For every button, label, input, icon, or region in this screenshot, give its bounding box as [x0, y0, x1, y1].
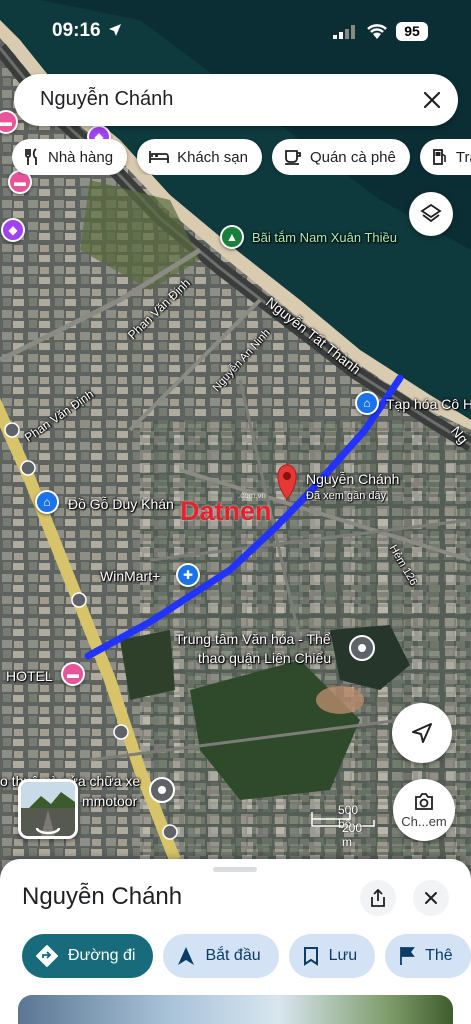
search-bar[interactable]: Nguyễn Chánh	[14, 74, 458, 126]
lens-button[interactable]: Ch...em	[393, 779, 455, 841]
navigation-icon	[178, 947, 195, 965]
start-button[interactable]: Bắt đầu	[163, 934, 279, 978]
camera-search-icon	[415, 792, 433, 810]
place-bottom-sheet[interactable]: Nguyễn Chánh Đường đi Bắt đầu Lưu Thê	[0, 859, 471, 1024]
flag-icon	[400, 947, 415, 965]
chip-label: Nhà hàng	[48, 148, 114, 166]
label-hotel: HOTEL	[6, 668, 53, 684]
chip-label: Quán cà phê	[309, 148, 396, 166]
my-location-button[interactable]	[392, 703, 452, 763]
close-sheet-button[interactable]	[413, 880, 449, 916]
share-icon	[371, 889, 385, 907]
chip-label: Khách sạn	[177, 148, 248, 166]
label-culture-center: Trung tâm Văn hóa - Thể	[175, 631, 331, 647]
directions-label: Đường đi	[68, 947, 136, 964]
save-button[interactable]: Lưu	[288, 934, 376, 978]
gas-icon	[432, 149, 446, 165]
label-winmart: WinMart+	[100, 568, 161, 584]
lens-label: Ch...em	[401, 813, 447, 829]
street-view-image	[21, 782, 75, 836]
coffee-icon	[284, 150, 301, 165]
sheet-drag-handle[interactable]	[213, 867, 257, 872]
scale-meters: 200 m	[342, 821, 363, 849]
label-place-sub: Đã xem gần đây	[306, 490, 387, 502]
watermark: Datnen	[180, 496, 272, 526]
chip-label: Trạm xăng	[455, 148, 471, 166]
directions-icon	[36, 945, 58, 967]
cellular-signal-icon	[333, 25, 355, 39]
hotel-marker[interactable]: ▬	[61, 662, 85, 686]
label-grocery: Tạp hóa Cô H	[386, 396, 471, 412]
place-photo[interactable]	[18, 995, 453, 1024]
shop-marker[interactable]: ⌂	[35, 490, 59, 514]
category-chips: Nhà hàng Khách sạn Quán cà phê Trạm xăng	[12, 139, 471, 175]
save-label: Lưu	[328, 947, 358, 964]
place-title: Nguyễn Chánh	[22, 883, 183, 910]
search-query[interactable]: Nguyễn Chánh	[40, 88, 173, 111]
hotel-icon	[149, 151, 169, 163]
restaurant-icon	[25, 148, 37, 165]
place-actions: Đường đi Bắt đầu Lưu Thê	[22, 934, 471, 978]
add-label-button[interactable]: Thê	[385, 934, 471, 978]
label-place-name: Nguyễn Chánh	[306, 471, 400, 487]
shopping-cart-marker[interactable]: ✚	[176, 563, 200, 587]
close-icon[interactable]	[420, 88, 444, 112]
label-wood-shop: Đồ Gỗ Duy Khán	[68, 496, 174, 512]
location-arrow-icon	[109, 24, 121, 36]
layers-icon	[420, 203, 442, 223]
shop-marker[interactable]: ⌂	[355, 391, 379, 415]
chip-gas[interactable]: Trạm xăng	[419, 139, 471, 175]
add-label-label: Thê	[425, 947, 453, 964]
label-beach: Bãi tắm Nam Xuân Thiều	[252, 230, 397, 245]
label-culture-center: thao quận Liên Chiểu	[198, 650, 332, 666]
label-repair-shop: mmotoor	[82, 793, 138, 809]
battery-indicator: 95	[396, 22, 428, 41]
clock: 09:16	[52, 20, 101, 41]
share-button[interactable]	[360, 880, 396, 916]
layers-button[interactable]	[409, 192, 453, 236]
wifi-icon	[367, 24, 387, 39]
navigation-arrow-icon	[412, 723, 432, 743]
status-bar: 09:16 95	[0, 0, 471, 64]
close-icon	[425, 892, 437, 904]
chip-restaurants[interactable]: Nhà hàng	[12, 139, 128, 175]
bookmark-icon	[303, 947, 318, 966]
attraction-marker[interactable]: ◆	[1, 218, 25, 242]
start-label: Bắt đầu	[205, 947, 261, 964]
chip-coffee[interactable]: Quán cà phê	[271, 139, 410, 175]
park-marker[interactable]: ▲	[220, 225, 244, 249]
street-view-thumbnail[interactable]	[18, 779, 78, 839]
directions-button[interactable]: Đường đi	[22, 934, 154, 978]
chip-hotels[interactable]: Khách sạn	[137, 139, 262, 175]
